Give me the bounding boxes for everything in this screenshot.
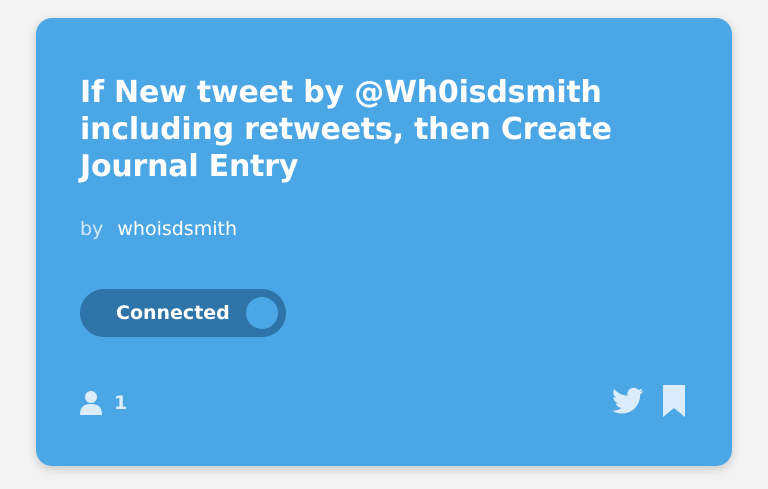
applet-title: If New tweet by @Wh0isdsmith including r… — [80, 75, 612, 184]
user-icon — [80, 391, 102, 415]
applet-card[interactable]: If New tweet by @Wh0isdsmith including r… — [36, 18, 732, 466]
user-count-area: 1 — [80, 388, 127, 418]
connected-toggle[interactable]: Connected — [80, 289, 286, 337]
byline: by whoisdsmith — [80, 218, 237, 240]
toggle-label: Connected — [116, 302, 230, 324]
twitter-icon — [612, 387, 644, 414]
user-count: 1 — [114, 392, 128, 414]
bookmark-icon[interactable] — [662, 384, 686, 418]
byline-prefix: by — [80, 218, 104, 240]
author-name[interactable]: whoisdsmith — [117, 218, 237, 240]
toggle-knob — [246, 297, 278, 329]
footer-icons — [612, 384, 686, 418]
